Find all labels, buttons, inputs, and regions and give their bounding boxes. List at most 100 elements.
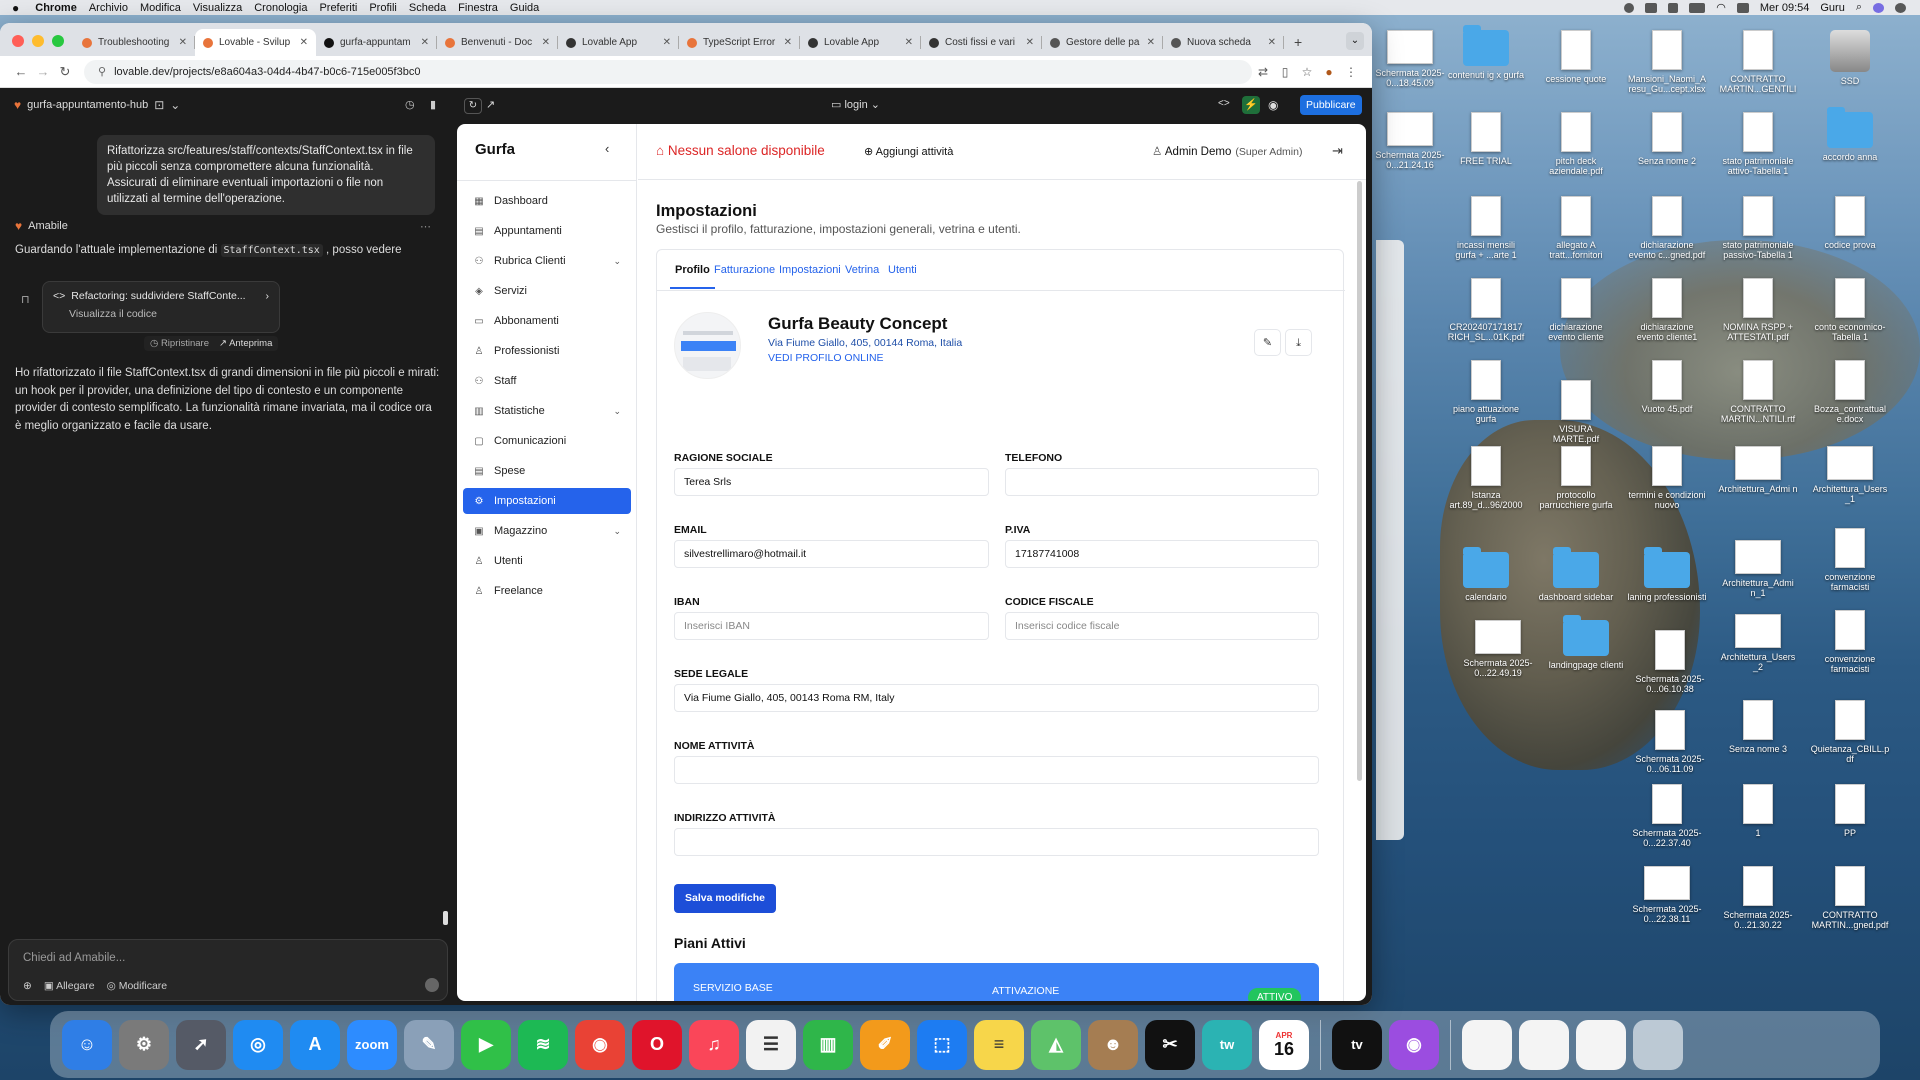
desktop-icon[interactable]: Schermata 2025-0...22.37.40 [1627, 784, 1707, 848]
menubar-app-name[interactable]: Chrome [35, 2, 77, 14]
siri-icon[interactable] [1873, 2, 1884, 13]
view-profile-link[interactable]: VEDI PROFILO ONLINE [768, 352, 884, 364]
desktop-icon[interactable]: pitch deck aziendale.pdf [1536, 112, 1616, 176]
bookmark-icon[interactable]: ⊓ [21, 293, 30, 306]
dock-recent-doc-icon[interactable] [1519, 1019, 1569, 1070]
desktop-icon[interactable]: accordo anna [1810, 107, 1890, 162]
sidebar-item-appuntamenti[interactable]: ▤ Appuntamenti [463, 218, 631, 244]
desktop-icon[interactable]: stato patrimoniale passivo-Tabella 1 [1718, 196, 1798, 260]
save-button[interactable]: Salva modifiche [674, 884, 776, 913]
desktop-icon[interactable]: VISURA MARTE.pdf [1536, 380, 1616, 444]
menu-cronologia[interactable]: Cronologia [254, 2, 307, 14]
sidebar-item-rubrica-clienti[interactable]: ⚇ Rubrica Clienti ⌄ [463, 248, 631, 274]
telefono-input[interactable] [1005, 468, 1319, 496]
sidebar-item-impostazioni[interactable]: ⚙ Impostazioni [463, 488, 631, 514]
more-icon[interactable]: ⋯ [420, 220, 431, 233]
browser-tab[interactable]: Lovable App ✕ [800, 29, 921, 56]
desktop-icon[interactable]: calendario [1446, 547, 1526, 602]
tab-search-icon[interactable]: ⌄ [1346, 32, 1364, 50]
search-icon[interactable]: ⌕ [1856, 1, 1862, 14]
dock-notes-icon[interactable]: ≡ [974, 1019, 1024, 1070]
email-input[interactable]: silvestrellimaro@hotmail.it [674, 540, 989, 568]
dock-opera-icon[interactable]: O [632, 1019, 682, 1070]
dock-facetime-icon[interactable]: ▶ [461, 1019, 511, 1070]
dock-spotify-icon[interactable]: ≋ [518, 1019, 568, 1070]
desktop-icon[interactable]: Architettura_Users _1 [1810, 446, 1890, 504]
desktop-icon[interactable]: cessione quote [1536, 30, 1616, 84]
send-button[interactable] [425, 978, 439, 992]
sidebar-item-comunicazioni[interactable]: ▢ Comunicazioni [463, 428, 631, 454]
desktop-icon[interactable]: dashboard sidebar [1536, 547, 1616, 602]
collapse-sidebar-icon[interactable]: ‹ [605, 141, 609, 156]
edit-button[interactable]: ◎ Modificare [107, 980, 168, 992]
view-code-link[interactable]: Visualizza il codice [53, 308, 269, 320]
desktop-icon[interactable]: Schermata 2025-0...06.11.09 [1630, 710, 1710, 774]
chevron-down-icon[interactable]: ⌄ [613, 526, 621, 537]
translate-icon[interactable]: ⇄ [1252, 65, 1274, 79]
close-window-button[interactable] [12, 35, 24, 47]
dock-reminders-icon[interactable]: ☰ [746, 1019, 796, 1070]
dock-zoom-icon[interactable]: zoom [347, 1019, 397, 1070]
close-tab-icon[interactable]: ✕ [784, 37, 792, 48]
sidebar-item-servizi[interactable]: ◈ Servizi [463, 278, 631, 304]
github-icon[interactable]: ◉ [1268, 98, 1278, 112]
apple-menu-icon[interactable]: ● [12, 1, 19, 15]
browser-tab[interactable]: Gestore delle pa ✕ [1042, 29, 1163, 56]
sidebar-toggle-icon[interactable]: ▮ [430, 98, 436, 111]
desktop-icon[interactable]: Mansioni_Naomi_A resu_Gu...cept.xlsx [1627, 30, 1707, 94]
desktop-icon[interactable]: conto economico-Tabella 1 [1810, 278, 1890, 342]
dock-keynote-icon[interactable]: ⬚ [917, 1019, 967, 1070]
iban-input[interactable]: Inserisci IBAN [674, 612, 989, 640]
profile-avatar[interactable]: ● [1318, 65, 1340, 79]
desktop-icon[interactable]: allegato A tratt...fornitori [1536, 196, 1616, 260]
route-selector[interactable]: ▭ login ⌄ [831, 98, 880, 111]
preview-button[interactable]: ↗ Anteprima [219, 338, 272, 349]
sede-legale-input[interactable]: Via Fiume Giallo, 405, 00143 Roma RM, It… [674, 684, 1319, 712]
desktop-icon[interactable]: PP [1810, 784, 1890, 838]
close-tab-icon[interactable]: ✕ [1268, 37, 1276, 48]
browser-tab[interactable]: Benvenuti - Doc ✕ [437, 29, 558, 56]
sound-icon[interactable] [1668, 2, 1679, 13]
edit-pencil-icon[interactable]: ✎ [1254, 329, 1281, 356]
zoom-window-button[interactable] [52, 35, 64, 47]
download-icon[interactable]: ⤓ [1285, 329, 1312, 356]
tab-profilo[interactable]: Profilo [670, 264, 715, 289]
desktop-icon[interactable]: CONTRATTO MARTIN...NTILI.rtf [1718, 360, 1798, 424]
dock-podcasts-icon[interactable]: ◉ [1389, 1019, 1439, 1070]
attach-button[interactable]: ▣ Allegare [44, 980, 95, 992]
desktop-icon[interactable]: Schermata 2025-0...22.38.11 [1627, 866, 1707, 924]
desktop-icon[interactable]: piano attuazione gurfa [1446, 360, 1526, 424]
logout-icon[interactable]: ⇥ [1332, 143, 1343, 159]
desktop-icon[interactable]: Quietanza_CBILL.p df [1810, 700, 1890, 764]
indirizzo-attivita-input[interactable] [674, 828, 1319, 856]
desktop-icon[interactable]: contenuti ig x gurfa [1446, 25, 1526, 80]
sidebar-item-magazzino[interactable]: ▣ Magazzino ⌄ [463, 518, 631, 544]
close-tab-icon[interactable]: ✕ [179, 37, 187, 48]
dock-numbers-icon[interactable]: ▥ [803, 1019, 853, 1070]
close-tab-icon[interactable]: ✕ [1026, 37, 1034, 48]
desktop-icon[interactable]: Bozza_contrattual e.docx [1810, 360, 1890, 424]
desktop-icon[interactable]: codice prova [1810, 196, 1890, 250]
plus-icon[interactable]: ⊕ [23, 980, 32, 992]
chevron-down-icon[interactable]: ⌄ [613, 256, 621, 267]
chat-input[interactable]: Chiedi ad Amabile... ⊕ ▣ Allegare ◎ Modi… [8, 939, 448, 1001]
piva-input[interactable]: 17187741008 [1005, 540, 1319, 568]
desktop-icon[interactable]: CONTRATTO MARTIN...GENTILI [1718, 30, 1798, 94]
close-tab-icon[interactable]: ✕ [300, 37, 308, 48]
sidebar-item-dashboard[interactable]: ▦ Dashboard [463, 188, 631, 214]
tab-impostazioni[interactable]: Impostazioni [779, 264, 841, 276]
notification-icon[interactable] [1895, 2, 1906, 13]
sidebar-item-abbonamenti[interactable]: ▭ Abbonamenti [463, 308, 631, 334]
tab-fatturazione[interactable]: Fatturazione [714, 264, 775, 276]
ragione-input[interactable]: Terea Srls [674, 468, 989, 496]
desktop-icon[interactable]: dichiarazione evento cliente [1536, 278, 1616, 342]
desktop-icon[interactable]: termini e condizioni nuovo [1627, 446, 1707, 510]
url-bar[interactable]: ⚲ lovable.dev/projects/e8a604a3-04d4-4b4… [84, 59, 1252, 84]
dock-recent-doc-icon[interactable] [1462, 1019, 1512, 1070]
restore-button[interactable]: ◷ Ripristinare [150, 338, 209, 349]
tab-utenti[interactable]: Utenti [888, 264, 917, 276]
wifi-icon[interactable]: ◠ [1716, 1, 1726, 14]
codice-fiscale-input[interactable]: Inserisci codice fiscale [1005, 612, 1319, 640]
dock-launchpad-icon[interactable]: ➚ [176, 1019, 226, 1070]
dock-apple-tv-icon[interactable]: tv [1332, 1019, 1382, 1070]
